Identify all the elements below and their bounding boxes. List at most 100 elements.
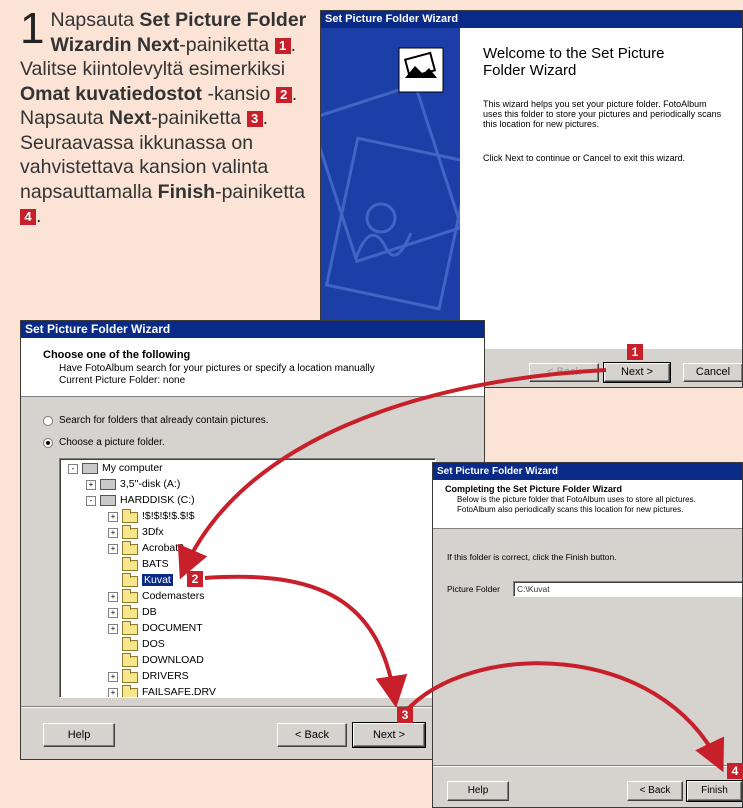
complete-hint: If this folder is correct, click the Fin… (447, 552, 617, 562)
choose-sub1: Have FotoAlbum search for your pictures … (59, 363, 375, 374)
folder-tree[interactable]: - My computer +3,5"-disk (A:) - HARDDISK (C:… (59, 458, 436, 698)
folder-icon (122, 589, 138, 603)
folder-icon (122, 557, 138, 571)
inline-marker-1: 1 (274, 37, 291, 54)
marker-3: 3 (397, 707, 413, 723)
folder-icon (122, 541, 138, 555)
divider (21, 706, 484, 708)
instruction-text-run: -painiketta (215, 180, 306, 203)
back-button[interactable]: < Back (529, 363, 599, 382)
folder-icon (122, 685, 138, 697)
tree-item[interactable]: DOWNLOAD (142, 653, 204, 667)
next-button[interactable]: Next > (603, 362, 671, 383)
window-title: Set Picture Folder Wizard (321, 11, 742, 28)
expand-icon[interactable]: + (108, 608, 118, 618)
picture-folder-field[interactable]: C:\Kuvat (513, 581, 742, 597)
tree-item-label: 3Dfx (142, 526, 164, 538)
help-button[interactable]: Help (43, 723, 115, 747)
instruction-body: Napsauta Set Picture Folder Wizardin Nex… (20, 9, 306, 227)
choose-folder-label: Choose a picture folder. (59, 437, 165, 448)
instruction-text-run: . (36, 205, 42, 227)
tree-item-label: DOWNLOAD (142, 654, 204, 666)
search-folders-radio[interactable] (43, 416, 53, 426)
welcome-hint: Click Next to continue or Cancel to exit… (483, 153, 686, 163)
welcome-body: This wizard helps you set your picture f… (483, 99, 722, 129)
instruction-text-run: -painiketta (179, 33, 275, 56)
folder-icon (122, 525, 138, 539)
collapse-icon[interactable]: - (68, 464, 78, 474)
wizard-banner-image (321, 28, 460, 348)
tree-item-label: DOCUMENT (142, 622, 203, 634)
tree-item[interactable]: BATS (142, 557, 169, 571)
picture-folder-label: Picture Folder (447, 584, 500, 594)
folder-icon (122, 637, 138, 651)
help-button[interactable]: Help (447, 781, 509, 801)
marker-1: 1 (627, 344, 643, 360)
welcome-heading: Welcome to the Set Picture Folder Wizard (483, 45, 665, 79)
tree-item[interactable]: Acrobat3 (142, 541, 184, 555)
search-folders-label: Search for folders that already contain … (59, 415, 269, 426)
inline-marker-2: 2 (275, 86, 292, 103)
tree-item-label: HARDDISK (C:) (120, 494, 195, 506)
expand-icon[interactable]: + (108, 624, 118, 634)
marker-2: 2 (187, 571, 203, 587)
instruction-bold-text: Next (108, 107, 152, 129)
choose-heading: Choose one of the following (43, 349, 191, 361)
expand-icon[interactable]: + (108, 512, 118, 522)
floppy-icon (100, 479, 116, 490)
tree-item-label: BATS (142, 558, 169, 570)
marker-4: 4 (727, 763, 743, 779)
complete-sub1: Below is the picture folder that FotoAlb… (457, 495, 696, 504)
window-title: Set Picture Folder Wizard (21, 321, 484, 338)
instruction-text-run: -kansio (202, 82, 276, 105)
computer-icon (82, 463, 98, 474)
tree-item-label: Kuvat (142, 574, 173, 586)
choose-folder-radio[interactable] (43, 438, 53, 448)
step-number: 1 (20, 4, 45, 53)
tree-item[interactable]: DOCUMENT (142, 621, 203, 635)
back-button[interactable]: < Back (277, 723, 347, 747)
tree-item-label: DRIVERS (142, 670, 189, 682)
divider (433, 765, 742, 767)
folder-icon (122, 509, 138, 523)
tree-item[interactable]: DOS (142, 637, 165, 651)
inline-marker-4: 4 (20, 209, 36, 225)
inline-marker-3: 3 (246, 111, 263, 127)
tree-item[interactable]: Codemasters (142, 589, 204, 603)
window-title: Set Picture Folder Wizard (433, 463, 742, 480)
tree-item-label: 3,5"-disk (A:) (120, 478, 181, 490)
instruction-text-run: -painiketta (151, 107, 247, 129)
finish-button[interactable]: Finish (686, 780, 742, 802)
tree-item-label: FAILSAFE.DRV (142, 686, 216, 698)
complete-wizard-window: Set Picture Folder Wizard Completing the… (432, 462, 743, 808)
choose-sub2: Current Picture Folder: none (59, 375, 186, 386)
complete-heading: Completing the Set Picture Folder Wizard (445, 484, 622, 494)
tree-item[interactable]: DB (142, 605, 157, 619)
tree-item[interactable]: 3,5"-disk (A:) (120, 477, 180, 491)
collapse-icon[interactable]: - (86, 496, 96, 506)
folder-icon (122, 653, 138, 667)
expand-icon[interactable]: + (108, 592, 118, 602)
drive-icon (100, 495, 116, 506)
tree-item[interactable]: 3Dfx (142, 525, 164, 539)
expand-icon[interactable]: + (108, 688, 118, 697)
cancel-button[interactable]: Cancel (683, 363, 742, 382)
tree-item[interactable]: FAILSAFE.DRV (142, 685, 216, 698)
tree-item[interactable]: HARDDISK (C:) (120, 493, 195, 507)
tree-item[interactable]: DRIVERS (142, 669, 189, 683)
expand-icon[interactable]: + (108, 672, 118, 682)
tree-item[interactable]: !$!$!$!$.$!$ (142, 509, 195, 523)
choose-folder-window: Set Picture Folder Wizard Choose one of … (20, 320, 485, 760)
instruction-bold-text: Omat kuvatiedostot (20, 82, 203, 105)
tree-item[interactable]: My computer (102, 461, 163, 475)
expand-icon[interactable]: + (108, 544, 118, 554)
expand-icon[interactable]: + (108, 528, 118, 538)
instruction-bold-text: Finish (157, 180, 216, 203)
complete-sub2: FotoAlbum also periodically scans this l… (457, 505, 684, 514)
tree-item[interactable]: Kuvat (142, 573, 173, 587)
back-button[interactable]: < Back (627, 781, 683, 801)
tree-item-label: DOS (142, 638, 165, 650)
expand-icon[interactable]: + (86, 480, 96, 490)
wizard-picture-icon (398, 47, 444, 93)
next-button[interactable]: Next > (352, 722, 426, 748)
